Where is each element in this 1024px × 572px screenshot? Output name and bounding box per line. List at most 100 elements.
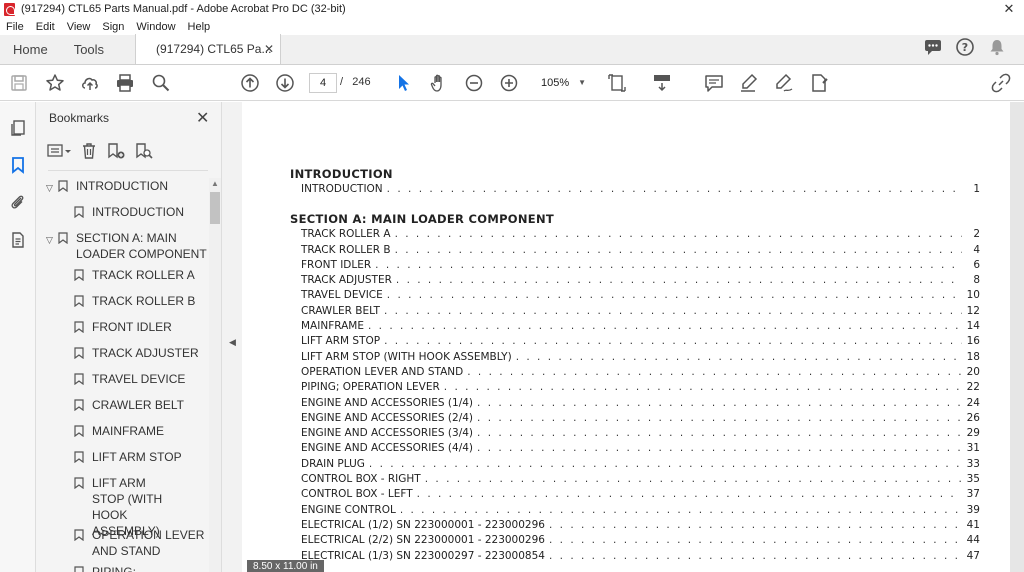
bookmark-icon <box>74 425 84 437</box>
comment-chat-icon[interactable] <box>924 38 942 61</box>
zoom-in-icon[interactable] <box>498 72 520 94</box>
navigation-rail <box>0 102 36 572</box>
bookmark-track-roller-b[interactable]: TRACK ROLLER B <box>36 293 208 319</box>
search-icon[interactable] <box>150 72 172 94</box>
attachments-paperclip-icon[interactable] <box>8 192 28 212</box>
scroll-mode-icon[interactable] <box>651 72 673 94</box>
toc-entry[interactable]: ENGINE AND ACCESSORIES (4/4)31 <box>290 441 980 456</box>
tab-bar: Home Tools (917294) CTL65 Pa... ✕ ? <box>0 34 1024 65</box>
cloud-upload-icon[interactable] <box>79 72 101 94</box>
chevron-down-icon[interactable]: ▽ <box>46 178 58 196</box>
help-icon[interactable]: ? <box>956 37 974 61</box>
bookmarks-divider <box>48 170 208 171</box>
find-bookmark-icon[interactable] <box>134 142 154 165</box>
toc-entry[interactable]: ELECTRICAL (2/2) SN 223000001 - 22300029… <box>290 533 980 548</box>
toc-entry[interactable]: CONTROL BOX - RIGHT35 <box>290 472 980 487</box>
toc-entry[interactable]: LIFT ARM STOP16 <box>290 334 980 349</box>
toc-entry[interactable]: ELECTRICAL (1/3) SN 223000297 - 22300085… <box>290 549 980 564</box>
toc-entry[interactable]: ENGINE CONTROL39 <box>290 503 980 518</box>
toc-entry[interactable]: TRACK ROLLER B4 <box>290 243 980 258</box>
window-close-button[interactable]: ✕ <box>994 1 1024 17</box>
menu-file[interactable]: File <box>0 21 30 33</box>
document-viewer[interactable]: INTRODUCTION INTRODUCTION1 SECTION A: MA… <box>242 102 1024 572</box>
bookmark-label: CRAWLER BELT <box>92 398 185 412</box>
tab-tools[interactable]: Tools <box>61 34 117 64</box>
bookmark-track-roller-a[interactable]: TRACK ROLLER A <box>36 267 208 293</box>
share-link-icon[interactable] <box>990 72 1012 94</box>
bookmark-travel-device[interactable]: TRAVEL DEVICE <box>36 371 208 397</box>
bookmark-lift-arm-stop[interactable]: LIFT ARM STOP <box>36 449 208 475</box>
toc-entry[interactable]: ELECTRICAL (1/2) SN 223000001 - 22300029… <box>290 518 980 533</box>
toc-entry[interactable]: INTRODUCTION1 <box>290 182 980 197</box>
bookmarks-scrollbar-thumb[interactable] <box>210 192 220 224</box>
delete-bookmark-trash-icon[interactable] <box>80 142 98 165</box>
zoom-out-icon[interactable] <box>463 72 485 94</box>
star-bookmark-icon[interactable] <box>44 72 66 94</box>
toc-entry[interactable]: ENGINE AND ACCESSORIES (2/4)26 <box>290 411 980 426</box>
toc-entry[interactable]: OPERATION LEVER AND STAND20 <box>290 365 980 380</box>
panel-collapse-handle[interactable]: ◀ <box>222 102 242 572</box>
chevron-down-icon[interactable]: ▽ <box>46 230 58 248</box>
bookmarks-panel-icon[interactable] <box>8 155 28 175</box>
bookmark-label: TRACK ROLLER A <box>92 268 195 282</box>
page-number-input[interactable]: 4 <box>309 73 337 93</box>
bookmark-operation-lever-stand[interactable]: OPERATION LEVER AND STAND <box>36 527 208 564</box>
menu-help[interactable]: Help <box>182 21 217 33</box>
bookmark-front-idler[interactable]: FRONT IDLER <box>36 319 208 345</box>
bookmark-icon <box>74 399 84 411</box>
toc-entry[interactable]: CRAWLER BELT12 <box>290 304 980 319</box>
toc-entry[interactable]: ENGINE AND ACCESSORIES (3/4)29 <box>290 426 980 441</box>
bookmarks-scrollbar[interactable]: ▲ <box>209 178 221 572</box>
next-page-icon[interactable] <box>274 72 296 94</box>
table-of-contents: INTRODUCTION INTRODUCTION1 SECTION A: MA… <box>290 166 980 564</box>
bookmark-introduction[interactable]: INTRODUCTION <box>36 204 208 230</box>
select-cursor-icon[interactable] <box>392 72 414 94</box>
bookmark-track-adjuster[interactable]: TRACK ADJUSTER <box>36 345 208 371</box>
toc-entry[interactable]: FRONT IDLER6 <box>290 258 980 273</box>
notification-bell-icon[interactable] <box>988 38 1006 61</box>
bookmark-introduction-section[interactable]: ▽ INTRODUCTION <box>36 178 208 204</box>
previous-page-icon[interactable] <box>239 72 261 94</box>
bookmark-mainframe[interactable]: MAINFRAME <box>36 423 208 449</box>
page-thumbnails-icon[interactable] <box>8 118 28 138</box>
comment-icon[interactable] <box>703 72 725 94</box>
toc-entry[interactable]: MAINFRAME14 <box>290 319 980 334</box>
toc-entry[interactable]: LIFT ARM STOP (WITH HOOK ASSEMBLY)18 <box>290 350 980 365</box>
zoom-level-value: 105% <box>541 77 570 89</box>
bookmarks-panel-close-button[interactable]: ✕ <box>196 108 209 128</box>
bookmark-lift-arm-stop-hook[interactable]: LIFT ARM STOP (WITH HOOK ASSEMBLY) <box>36 475 208 538</box>
menu-window[interactable]: Window <box>130 21 181 33</box>
tab-home[interactable]: Home <box>0 34 61 64</box>
toc-entry[interactable]: TRACK ROLLER A2 <box>290 227 980 242</box>
scroll-up-arrow-icon[interactable]: ▲ <box>211 179 219 188</box>
save-icon[interactable] <box>8 72 30 94</box>
hand-tool-icon[interactable] <box>428 72 450 94</box>
menu-sign[interactable]: Sign <box>96 21 130 33</box>
bookmark-icon <box>74 477 84 489</box>
page-fit-icon[interactable] <box>606 72 628 94</box>
tab-document[interactable]: (917294) CTL65 Pa... ✕ <box>135 34 282 64</box>
toc-entry[interactable]: TRAVEL DEVICE10 <box>290 288 980 303</box>
collapse-left-arrow-icon[interactable]: ◀ <box>229 337 236 348</box>
toc-entry[interactable]: PIPING; OPERATION LEVER22 <box>290 380 980 395</box>
menu-edit[interactable]: Edit <box>30 21 61 33</box>
draw-sign-icon[interactable] <box>773 72 795 94</box>
toc-entry[interactable]: DRAIN PLUG33 <box>290 457 980 472</box>
bookmark-options-menu-icon[interactable] <box>46 143 72 164</box>
print-icon[interactable] <box>114 72 136 94</box>
toc-entry[interactable]: TRACK ADJUSTER8 <box>290 273 980 288</box>
fill-sign-icon[interactable] <box>808 72 830 94</box>
zoom-level-select[interactable]: 105% ▼ <box>535 73 590 93</box>
document-tab-close-button[interactable]: ✕ <box>264 42 274 56</box>
highlight-pen-icon[interactable] <box>738 72 760 94</box>
toc-entry[interactable]: CONTROL BOX - LEFT37 <box>290 487 980 502</box>
bookmark-section-a[interactable]: ▽ SECTION A: MAIN LOADER COMPONENT <box>36 230 208 267</box>
new-bookmark-icon[interactable] <box>106 142 126 165</box>
menu-view[interactable]: View <box>61 21 97 33</box>
page-total: 246 <box>352 76 371 88</box>
bookmark-crawler-belt[interactable]: CRAWLER BELT <box>36 397 208 423</box>
bookmark-piping-operation[interactable]: PIPING; OPERATION <box>36 564 208 572</box>
layers-document-icon[interactable] <box>8 230 28 250</box>
toc-entry[interactable]: ENGINE AND ACCESSORIES (1/4)24 <box>290 396 980 411</box>
title-bar: (917294) CTL65 Parts Manual.pdf - Adobe … <box>0 0 1024 18</box>
